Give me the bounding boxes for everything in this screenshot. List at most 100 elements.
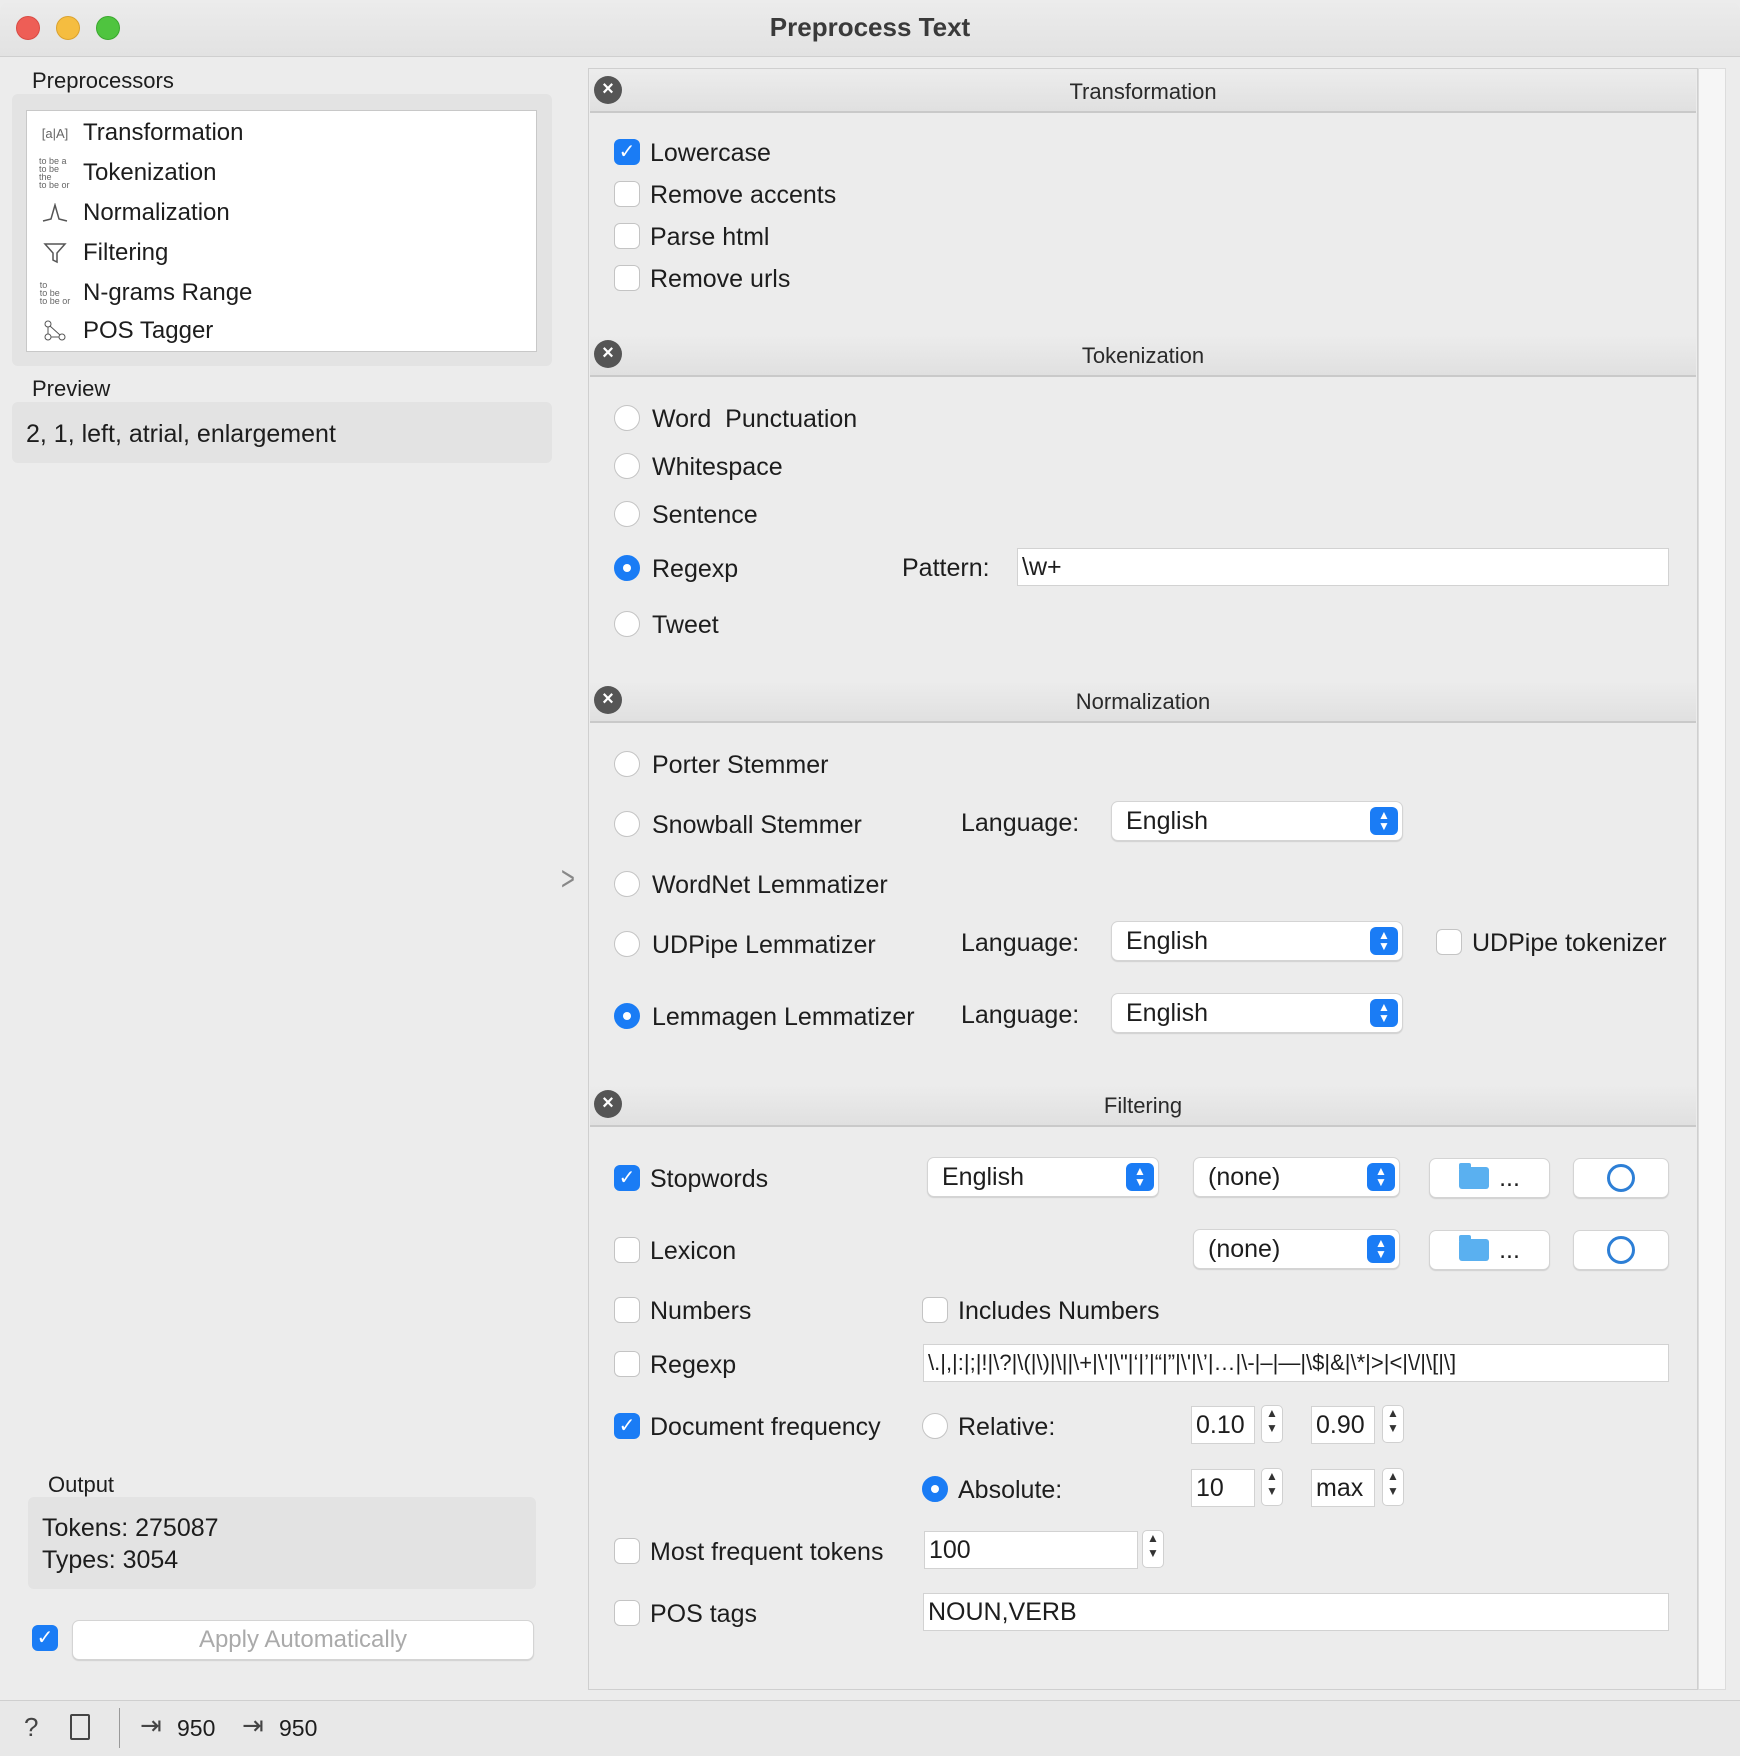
absolute-min-stepper[interactable]: ▲ ▼ [1261,1468,1283,1506]
pos-tagger-icon [39,318,71,344]
most-frequent-label: Most frequent tokens [650,1538,884,1566]
word-punctuation-label: Word Punctuation [652,405,858,433]
chevron-updown-icon: ▲ ▼ [1126,1163,1154,1191]
document-frequency-checkbox[interactable]: ✓ [614,1413,640,1439]
whitespace-label: Whitespace [652,453,783,481]
relative-min-input[interactable]: 0.10 [1191,1406,1255,1444]
list-item-pos-tagger[interactable]: POS Tagger [27,312,213,350]
stopwords-file-select[interactable]: (none) ▲ ▼ [1193,1157,1400,1197]
includes-numbers-checkbox[interactable] [922,1297,948,1323]
apply-button[interactable]: Apply Automatically [72,1620,534,1660]
most-frequent-checkbox[interactable] [614,1538,640,1564]
chevron-updown-icon: ▲ ▼ [1370,807,1398,835]
absolute-max-input[interactable]: max [1311,1469,1375,1507]
document-frequency-label: Document frequency [650,1413,881,1441]
absolute-radio[interactable] [922,1476,948,1502]
list-item-tokenization[interactable]: to be a to be the to be or Tokenization [27,154,216,192]
report-icon[interactable] [70,1714,90,1740]
lexicon-file-select[interactable]: (none) ▲ ▼ [1193,1229,1400,1269]
ngrams-icon: to to be to be or [39,280,71,306]
snowball-language-label: Language: [961,809,1080,837]
reload-icon [1607,1164,1635,1192]
udpipe-tokenizer-label: UDPipe tokenizer [1472,929,1667,957]
sentence-radio[interactable] [614,501,640,527]
lexicon-label: Lexicon [650,1237,737,1265]
parse-html-checkbox[interactable] [614,223,640,249]
wordnet-lemmatizer-radio[interactable] [614,871,640,897]
relative-max-input[interactable]: 0.90 [1311,1406,1375,1444]
lexicon-checkbox[interactable] [614,1237,640,1263]
lexicon-browse-button[interactable]: ... [1429,1230,1550,1270]
absolute-min-input[interactable]: 10 [1191,1469,1255,1507]
filter-icon [39,240,71,266]
output-types: Types: 3054 [42,1546,179,1574]
udpipe-lemmatizer-radio[interactable] [614,931,640,957]
folder-icon [1459,1235,1490,1261]
relative-max-stepper[interactable]: ▲ ▼ [1382,1405,1404,1443]
chevron-updown-icon: ▲ ▼ [1367,1235,1395,1263]
whitespace-radio[interactable] [614,453,640,479]
most-frequent-stepper[interactable]: ▲ ▼ [1142,1530,1164,1568]
word-punctuation-radio[interactable] [614,405,640,431]
lemmagen-lemmatizer-radio[interactable] [614,1003,640,1029]
absolute-max-stepper[interactable]: ▲ ▼ [1382,1468,1404,1506]
stopwords-checkbox[interactable]: ✓ [614,1165,640,1191]
numbers-label: Numbers [650,1297,752,1325]
relative-radio[interactable] [922,1413,948,1439]
tokenization-header: Tokenization [590,335,1696,377]
regexp-filter-label: Regexp [650,1351,737,1379]
lexicon-reload-button[interactable] [1573,1230,1669,1270]
remove-filtering-icon[interactable]: × [594,1090,622,1118]
list-item-transformation[interactable]: [a|A] Transformation [27,114,244,152]
apply-automatically-checkbox[interactable]: ✓ [32,1625,58,1651]
sentence-label: Sentence [652,501,758,529]
pos-tags-label: POS tags [650,1600,757,1628]
help-icon[interactable]: ? [24,1712,38,1743]
list-item-ngrams[interactable]: to to be to be or N-grams Range [27,274,253,312]
pos-tags-checkbox[interactable] [614,1600,640,1626]
remove-transformation-icon[interactable]: × [594,76,622,104]
stopwords-language-select[interactable]: English ▲ ▼ [927,1157,1159,1197]
chevron-updown-icon: ▲ ▼ [1370,999,1398,1027]
tweet-radio[interactable] [614,611,640,637]
remove-tokenization-icon[interactable]: × [594,340,622,368]
pattern-input[interactable]: \w+ [1017,548,1669,586]
stopwords-browse-button[interactable]: ... [1429,1158,1550,1198]
snowball-stemmer-radio[interactable] [614,811,640,837]
lemmagen-language-select[interactable]: English ▲ ▼ [1111,993,1403,1033]
porter-stemmer-radio[interactable] [614,751,640,777]
output-label: Output [48,1472,115,1497]
absolute-label: Absolute: [958,1476,1063,1504]
normalization-icon [39,200,71,226]
collapse-chevron-icon[interactable]: > [561,860,575,899]
tokenization-icon: to be a to be the to be or [39,156,70,190]
porter-stemmer-label: Porter Stemmer [652,751,829,779]
snowball-language-select[interactable]: English ▲ ▼ [1111,801,1403,841]
relative-min-stepper[interactable]: ▲ ▼ [1261,1405,1283,1443]
scrollbar[interactable] [1698,68,1726,1690]
regexp-filter-input[interactable]: \.|,|:|;|!|\?|\(|\)|\||\+|\'|\"|‘|’|“|”|… [923,1344,1669,1382]
remove-normalization-icon[interactable]: × [594,686,622,714]
normalization-header: Normalization [590,681,1696,723]
chevron-updown-icon: ▲ ▼ [1367,1163,1395,1191]
most-frequent-input[interactable]: 100 [924,1531,1138,1569]
list-item-normalization[interactable]: Normalization [27,194,230,232]
udpipe-tokenizer-checkbox[interactable] [1436,929,1462,955]
remove-urls-checkbox[interactable] [614,265,640,291]
numbers-checkbox[interactable] [614,1297,640,1323]
stopwords-reload-button[interactable] [1573,1158,1669,1198]
stopwords-label: Stopwords [650,1165,769,1193]
tweet-label: Tweet [652,611,719,639]
lowercase-checkbox[interactable]: ✓ [614,139,640,165]
list-item-filtering[interactable]: Filtering [27,234,168,272]
parse-html-label: Parse html [650,223,770,251]
regexp-filter-checkbox[interactable] [614,1351,640,1377]
pos-tags-input[interactable]: NOUN,VERB [923,1593,1669,1631]
regexp-radio[interactable] [614,555,640,581]
remove-accents-checkbox[interactable] [614,181,640,207]
preprocessors-list[interactable]: [a|A] Transformation to be a to be the to … [26,110,537,352]
udpipe-language-select[interactable]: English ▲ ▼ [1111,921,1403,961]
preprocessors-label: Preprocessors [32,68,174,93]
folder-icon [1459,1163,1490,1189]
preview-text: 2, 1, left, atrial, enlargement [26,420,336,448]
